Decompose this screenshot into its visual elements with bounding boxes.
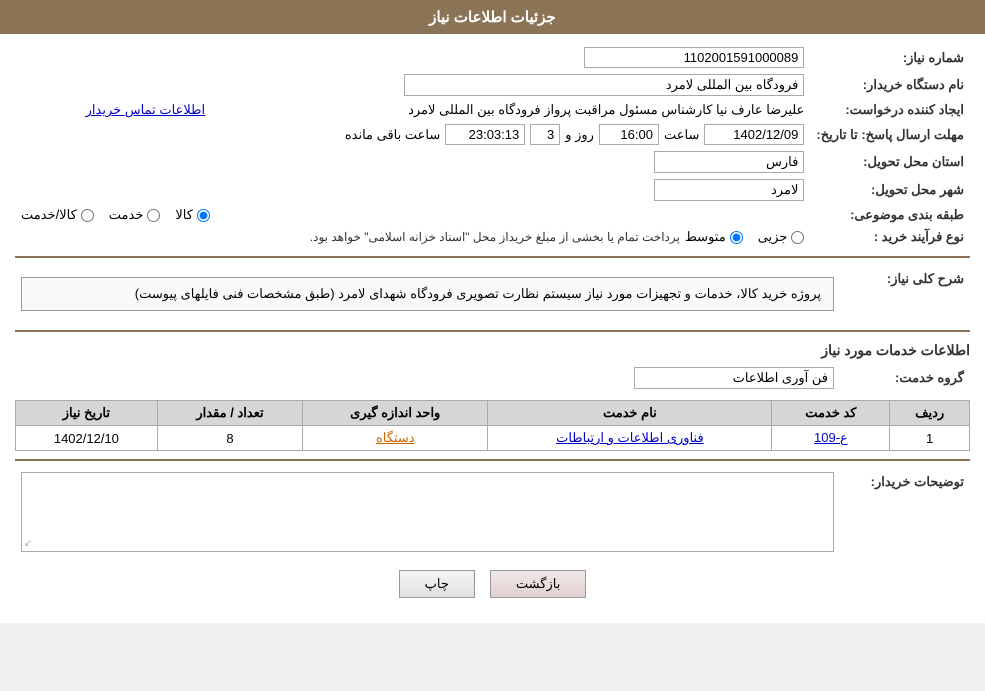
- contact-link[interactable]: اطلاعات تماس خریدار: [86, 102, 205, 117]
- ostan-row: استان محل تحویل: فارس: [15, 148, 970, 176]
- mohlat-date: 1402/12/09: [704, 124, 804, 145]
- radio-kala-khedmat-label: کالا/خدمت: [21, 207, 77, 223]
- khadamat-title: اطلاعات خدمات مورد نیاز: [15, 342, 970, 359]
- mohlat-layout: 1402/12/09 ساعت 16:00 روز و 3 23:03:13 س…: [21, 124, 804, 145]
- tabaqe-label: طبقه بندی موضوعی:: [810, 204, 970, 226]
- shomare-niaz-row: شماره نیاز: 1102001591000089: [15, 44, 970, 71]
- ostan-value: فارس: [654, 151, 804, 173]
- cell-tedad: 8: [157, 426, 302, 451]
- col-naam: نام خدمت: [488, 401, 772, 426]
- info-table: شماره نیاز: 1102001591000089 نام دستگاه …: [15, 44, 970, 248]
- radio-motavasset-input[interactable]: [730, 231, 743, 244]
- page-title: جزئیات اطلاعات نیاز: [429, 9, 556, 26]
- garoh-row: گروه خدمت: فن آوری اطلاعات: [15, 364, 970, 392]
- cell-vahed: دستگاه: [303, 426, 488, 451]
- resize-icon: ↙: [24, 538, 32, 549]
- tavasihat-label: توضیحات خریدار:: [840, 469, 970, 555]
- col-vahed: واحد اندازه گیری: [303, 401, 488, 426]
- radio-kala[interactable]: کالا: [175, 207, 210, 223]
- cell-kod: ع-109: [772, 426, 890, 451]
- sharh-label: شرح کلی نیاز:: [840, 266, 970, 322]
- farayand-notice: پرداخت تمام یا بخشی از مبلغ خریداز محل "…: [310, 230, 680, 244]
- mohlat-label: مهلت ارسال پاسخ: تا تاریخ:: [810, 121, 970, 148]
- radio-motavasset-label: متوسط: [685, 229, 726, 245]
- radio-kala-input[interactable]: [197, 209, 210, 222]
- farayand-label: نوع فرآیند خرید :: [810, 226, 970, 248]
- table-row: 1 ع-109 فناوری اطلاعات و ارتباطات دستگاه…: [16, 426, 970, 451]
- cell-tarikh: 1402/12/10: [16, 426, 158, 451]
- nam-dastgah-row: نام دستگاه خریدار: فرودگاه بین المللی لا…: [15, 71, 970, 99]
- radio-jazee[interactable]: جزیی: [758, 229, 805, 245]
- ijad-konande-label: ایجاد کننده درخواست:: [810, 99, 970, 121]
- separator-3: [15, 459, 970, 461]
- radio-kala-label: کالا: [175, 207, 193, 223]
- separator-2: [15, 330, 970, 332]
- farayand-row: نوع فرآیند خرید : جزیی متوسط: [15, 226, 970, 248]
- separator-1: [15, 256, 970, 258]
- tavasihat-row: توضیحات خریدار: ↙: [15, 469, 970, 555]
- radio-kala-khedmat[interactable]: کالا/خدمت: [21, 207, 94, 223]
- ijad-konande-row: ایجاد کننده درخواست: علیرضا عارف نیا کار…: [15, 99, 970, 121]
- garoh-label: گروه خدمت:: [840, 364, 970, 392]
- cell-naam: فناوری اطلاعات و ارتباطات: [488, 426, 772, 451]
- tabaqe-radio-group: کالا/خدمت خدمت کالا: [21, 207, 804, 223]
- col-kod: کد خدمت: [772, 401, 890, 426]
- sharh-row: شرح کلی نیاز: پروژه خرید کالا، خدمات و ت…: [15, 266, 970, 322]
- mohlat-row: مهلت ارسال پاسخ: تا تاریخ: 1402/12/09 سا…: [15, 121, 970, 148]
- radio-khedmat[interactable]: خدمت: [109, 207, 161, 223]
- garoh-value: فن آوری اطلاعات: [634, 367, 834, 389]
- radio-khedmat-label: خدمت: [109, 207, 144, 223]
- shahr-value: لامرد: [654, 179, 804, 201]
- nam-dastgah-label: نام دستگاه خریدار:: [810, 71, 970, 99]
- col-radif: ردیف: [890, 401, 970, 426]
- radio-jazee-label: جزیی: [758, 229, 788, 245]
- sharh-value: پروژه خرید کالا، خدمات و تجهیزات مورد نی…: [21, 277, 834, 311]
- services-table-body: 1 ع-109 فناوری اطلاعات و ارتباطات دستگاه…: [16, 426, 970, 451]
- radio-jazee-input[interactable]: [791, 231, 804, 244]
- sharh-text: پروژه خرید کالا، خدمات و تجهیزات مورد نی…: [135, 286, 821, 301]
- services-table-head: ردیف کد خدمت نام خدمت واحد اندازه گیری ت…: [16, 401, 970, 426]
- button-row: بازگشت چاپ: [15, 570, 970, 598]
- tavasihat-box: ↙: [21, 472, 834, 552]
- cell-radif: 1: [890, 426, 970, 451]
- shahr-row: شهر محل تحویل: لامرد: [15, 176, 970, 204]
- shomare-niaz-value: 1102001591000089: [584, 47, 804, 68]
- page-header: جزئیات اطلاعات نیاز: [0, 0, 985, 34]
- remaining-label: ساعت باقی مانده: [345, 127, 440, 143]
- tavasihat-table: توضیحات خریدار: ↙: [15, 469, 970, 555]
- mohlat-saat: 16:00: [599, 124, 659, 145]
- sharh-table: شرح کلی نیاز: پروژه خرید کالا، خدمات و ت…: [15, 266, 970, 322]
- rooz-label: روز و: [565, 127, 594, 143]
- radio-motavasset[interactable]: متوسط: [685, 229, 743, 245]
- ostan-label: استان محل تحویل:: [810, 148, 970, 176]
- saat-label: ساعت: [664, 127, 699, 143]
- back-button[interactable]: بازگشت: [490, 570, 586, 598]
- ijad-konande-value: علیرضا عارف نیا کارشناس مسئول مراقبت پرو…: [408, 102, 804, 117]
- mohlat-remaining: 23:03:13: [445, 124, 525, 145]
- col-tedad: تعداد / مقدار: [157, 401, 302, 426]
- farayand-radio-group: جزیی متوسط: [685, 229, 805, 245]
- garoh-table: گروه خدمت: فن آوری اطلاعات: [15, 364, 970, 392]
- print-button[interactable]: چاپ: [399, 570, 475, 598]
- radio-kala-khedmat-input[interactable]: [81, 209, 94, 222]
- shahr-label: شهر محل تحویل:: [810, 176, 970, 204]
- shomare-niaz-label: شماره نیاز:: [810, 44, 970, 71]
- col-tarikh: تاریخ نیاز: [16, 401, 158, 426]
- services-header-row: ردیف کد خدمت نام خدمت واحد اندازه گیری ت…: [16, 401, 970, 426]
- mohlat-rooz: 3: [530, 124, 560, 145]
- radio-khedmat-input[interactable]: [147, 209, 160, 222]
- tabaqe-row: طبقه بندی موضوعی: کالا/خدمت خدمت: [15, 204, 970, 226]
- farayand-layout: جزیی متوسط پرداخت تمام یا بخشی از مبلغ خ…: [21, 229, 804, 245]
- services-table: ردیف کد خدمت نام خدمت واحد اندازه گیری ت…: [15, 400, 970, 451]
- nam-dastgah-value: فرودگاه بین المللی لامرد: [404, 74, 804, 96]
